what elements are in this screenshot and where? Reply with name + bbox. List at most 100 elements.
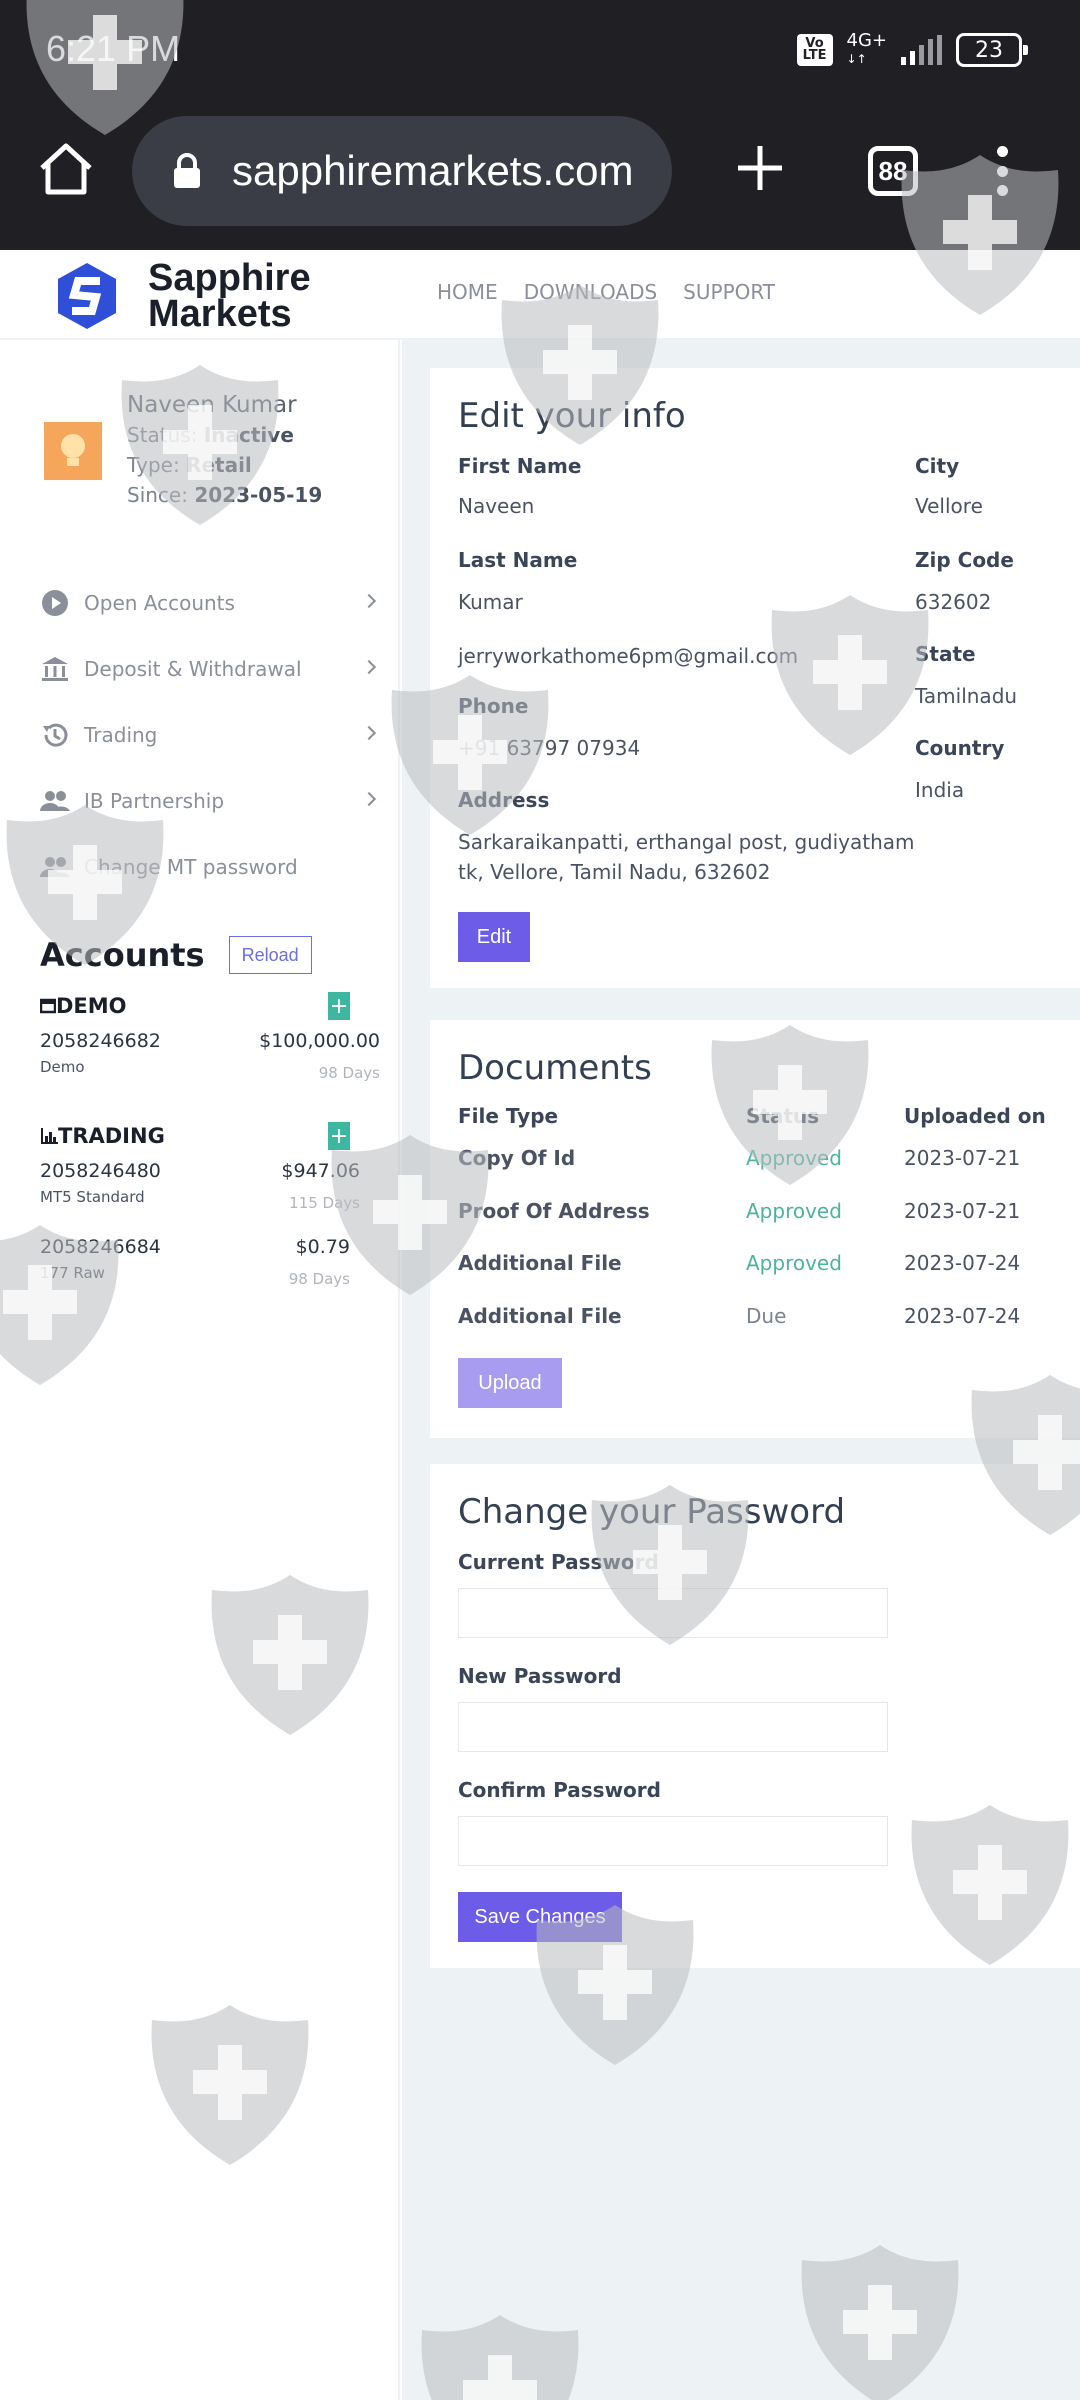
accounts-title: Accounts — [40, 936, 205, 974]
site-header: Sapphire Markets HOME DOWNLOADS SUPPORT — [0, 250, 1080, 340]
trading-group: TRADING + 2058246480 MT5 Standard $947.0… — [40, 1118, 380, 1306]
sidebar-item-open-accounts[interactable]: Open Accounts — [40, 570, 380, 636]
lightbulb-icon — [61, 434, 85, 466]
sidebar: Naveen Kumar Status: Inactive Type: Reta… — [0, 340, 400, 2400]
upload-button[interactable]: Upload — [458, 1358, 562, 1408]
chevron-right-icon — [361, 791, 377, 807]
country-label: Country — [915, 736, 1005, 760]
confirm-password-input[interactable] — [458, 1816, 888, 1866]
doc-status: Approved — [746, 1199, 842, 1223]
doc-type: Additional File — [458, 1304, 622, 1328]
home-icon[interactable] — [38, 142, 94, 196]
reload-button[interactable]: Reload — [228, 936, 312, 974]
url-bar[interactable]: sapphiremarkets.com — [132, 116, 672, 226]
address-line-2: tk, Vellore, Tamil Nadu, 632602 — [458, 860, 771, 884]
battery-icon: 23 — [956, 33, 1028, 67]
account-days: 115 Days — [289, 1194, 360, 1212]
edit-button[interactable]: Edit — [458, 912, 530, 962]
doc-date: 2023-07-21 — [904, 1199, 1021, 1223]
add-demo-account-button[interactable]: + — [328, 992, 350, 1020]
doc-date: 2023-07-24 — [904, 1251, 1021, 1275]
status-icons: Vo LTE 4G+ ↓↑ 23 — [796, 32, 1028, 68]
browser-chrome: 6:21 PM Vo LTE 4G+ ↓↑ 23 sapphiremarkets.… — [0, 0, 1080, 250]
wallet-icon — [40, 998, 56, 1014]
new-password-label: New Password — [458, 1664, 622, 1688]
edit-info-title: Edit your info — [458, 396, 686, 436]
sidebar-item-label: Trading — [84, 723, 158, 747]
profile-since: Since: 2023-05-19 — [127, 483, 323, 507]
account-balance: $947.06 — [281, 1160, 360, 1182]
sidebar-item-trading[interactable]: Trading — [40, 702, 380, 768]
avatar — [44, 422, 102, 480]
bank-icon — [40, 654, 70, 684]
doc-status: Approved — [746, 1251, 842, 1275]
lock-icon — [172, 153, 202, 189]
phone-value: +91 63797 07934 — [458, 736, 641, 760]
nav-downloads[interactable]: DOWNLOADS — [524, 280, 657, 304]
doc-status: Approved — [746, 1146, 842, 1170]
sidebar-item-label: IB Partnership — [84, 789, 225, 813]
zip-value: 632602 — [915, 590, 992, 614]
doc-type: Proof Of Address — [458, 1199, 650, 1223]
people-icon — [40, 852, 70, 882]
play-circle-icon — [40, 588, 70, 618]
logo-text: Sapphire Markets — [148, 257, 311, 335]
tab-switcher-button[interactable]: 88 — [868, 146, 918, 196]
sidebar-item-label: Open Accounts — [84, 591, 235, 615]
top-nav: HOME DOWNLOADS SUPPORT — [437, 280, 775, 304]
phone-label: Phone — [458, 694, 529, 718]
account-days: 98 Days — [288, 1270, 350, 1288]
nav-home[interactable]: HOME — [437, 280, 498, 304]
status-time: 6:21 PM — [46, 28, 181, 69]
first-name-label: First Name — [458, 454, 582, 478]
address-label: Address — [458, 788, 550, 812]
account-row[interactable]: 2058246682 Demo $100,000.00 98 Days — [40, 1024, 380, 1100]
account-days: 98 Days — [318, 1064, 380, 1082]
current-password-label: Current Password — [458, 1550, 659, 1574]
profile-type: Type: Retail — [127, 453, 252, 477]
chevron-right-icon — [361, 593, 377, 609]
last-name-label: Last Name — [458, 548, 578, 572]
bar-chart-icon — [41, 1128, 58, 1144]
chevron-right-icon — [361, 659, 377, 675]
account-balance: $100,000.00 — [259, 1030, 380, 1052]
doc-status: Due — [746, 1304, 787, 1328]
site-logo[interactable]: Sapphire Markets — [56, 257, 311, 335]
add-trading-account-button[interactable]: + — [328, 1122, 350, 1150]
profile-info: Naveen Kumar Status: Inactive Type: Reta… — [127, 390, 387, 510]
sidebar-item-deposit-withdrawal[interactable]: Deposit & Withdrawal — [40, 636, 380, 702]
current-password-input[interactable] — [458, 1588, 888, 1638]
documents-card: Documents File Type Status Uploaded on C… — [430, 1020, 1080, 1438]
new-password-input[interactable] — [458, 1702, 888, 1752]
col-uploaded-on: Uploaded on — [904, 1104, 1046, 1128]
save-changes-button[interactable]: Save Changes — [458, 1892, 622, 1942]
volte-icon: Vo LTE — [796, 34, 833, 66]
state-value: Tamilnadu — [915, 684, 1018, 708]
col-status: Status — [746, 1104, 820, 1128]
new-tab-icon[interactable] — [732, 140, 788, 196]
col-file-type: File Type — [458, 1104, 559, 1128]
last-name-value: Kumar — [458, 590, 523, 614]
sidebar-item-label: Deposit & Withdrawal — [84, 657, 302, 681]
first-name-value: Naveen — [458, 494, 535, 518]
overflow-menu-icon[interactable] — [992, 146, 1012, 196]
address-line-1: Sarkaraikanpatti, erthangal post, gudiya… — [458, 830, 915, 854]
main-content: Edit your info First Name Naveen Last Na… — [402, 340, 1080, 2400]
password-card: Change your Password Current Password Ne… — [430, 1464, 1080, 1968]
edit-info-card: Edit your info First Name Naveen Last Na… — [430, 368, 1080, 988]
sidebar-item-change-mt-password[interactable]: Change MT password — [40, 834, 380, 900]
confirm-password-label: Confirm Password — [458, 1778, 661, 1802]
profile-name: Naveen Kumar — [127, 392, 297, 418]
profile-status: Status: Inactive — [127, 423, 294, 447]
history-icon — [40, 720, 70, 750]
sidebar-item-ib-partnership[interactable]: IB Partnership — [40, 768, 380, 834]
zip-label: Zip Code — [915, 548, 1014, 572]
account-row[interactable]: 2058246480 MT5 Standard $947.06 115 Days — [40, 1154, 380, 1230]
account-row[interactable]: 2058246684 177 Raw $0.79 98 Days — [40, 1230, 380, 1306]
account-balance: $0.79 — [295, 1236, 350, 1258]
sidebar-item-label: Change MT password — [84, 855, 298, 879]
nav-support[interactable]: SUPPORT — [683, 280, 775, 304]
state-label: State — [915, 642, 976, 666]
doc-date: 2023-07-24 — [904, 1304, 1021, 1328]
doc-date: 2023-07-21 — [904, 1146, 1021, 1170]
